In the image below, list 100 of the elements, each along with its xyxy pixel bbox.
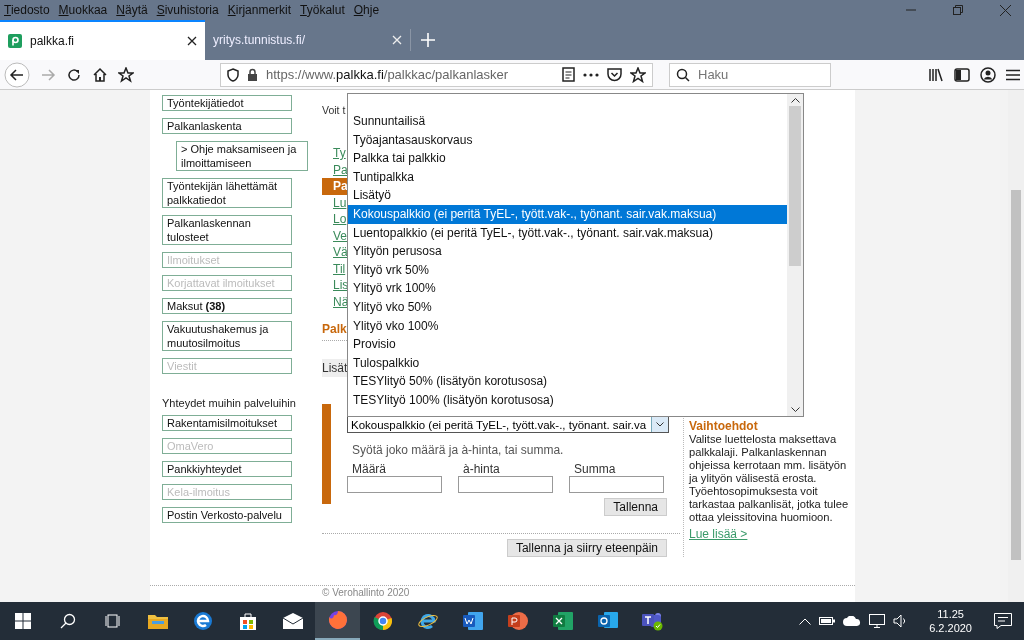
field-label: à-hinta <box>462 462 501 475</box>
sidebar-link[interactable]: Työntekijän lähettämät palkkatiedot <box>162 178 292 208</box>
step-link[interactable]: Til <box>322 260 347 277</box>
step-link[interactable]: Pa <box>322 161 347 178</box>
envelope-icon[interactable] <box>282 613 303 629</box>
back-button-icon[interactable] <box>4 61 30 88</box>
menu-icon[interactable] <box>1006 68 1020 81</box>
menu-item[interactable]: Tiedosto <box>4 3 50 17</box>
restore-icon[interactable] <box>953 5 963 15</box>
step-link[interactable]: Ty <box>322 145 347 162</box>
home-icon[interactable] <box>92 66 108 83</box>
task-view-icon[interactable] <box>104 613 121 629</box>
dropdown-scrollbar[interactable] <box>787 94 803 416</box>
dropdown-list[interactable] <box>347 93 804 417</box>
step-link[interactable]: Vä <box>322 244 347 261</box>
sidebar-link[interactable]: Postin Verkosto-palvelu <box>162 507 292 523</box>
menu-item[interactable]: Näytä <box>116 3 148 17</box>
chat-app-icon[interactable] <box>641 611 664 631</box>
dropdown-option[interactable]: Ylityö vko 100% <box>348 316 787 336</box>
menu-item[interactable]: Sivuhistoria <box>156 3 219 17</box>
sidebar-link[interactable]: > Ohje maksamiseen ja ilmoittamiseen <box>176 141 308 171</box>
sidebar-link[interactable]: Palkanlaskenta <box>162 118 292 134</box>
dropdown-option[interactable]: Luentopalkkio (ei peritä TyEL-, tyött.vak-., työnant. sair.vak.maksua) <box>348 223 787 243</box>
input-field[interactable] <box>347 476 442 493</box>
more-icon[interactable] <box>583 72 599 77</box>
notification-icon[interactable] <box>994 613 1012 629</box>
battery-icon[interactable] <box>819 616 836 626</box>
browser-tab[interactable]: yritys.tunnistus.fi/ <box>205 20 410 60</box>
dropdown-option[interactable]: TESYlityö 100% (lisätyön korotusosa) <box>348 390 787 410</box>
dropdown-option[interactable]: Kokouspalkkio (ei peritä TyEL-, tyött.vak-., työnant. sair.vak.maksua) <box>348 204 787 224</box>
pocket-icon[interactable] <box>607 67 622 82</box>
dropdown-option[interactable]: Tulospalkkio <box>348 353 787 373</box>
search-input[interactable]: Haku <box>696 66 820 83</box>
menu-item[interactable]: Muokkaa <box>58 3 108 17</box>
save-and-continue-button[interactable]: Tallenna ja siirry eteenpäin <box>506 539 667 557</box>
forward-icon <box>40 66 56 83</box>
search-bar[interactable]: Haku <box>669 62 831 87</box>
dropdown-option[interactable]: Työajantasauskorvaus <box>348 130 787 150</box>
fox-globe-icon[interactable] <box>327 610 348 630</box>
cloud-icon[interactable] <box>843 616 862 626</box>
bookmark-star-icon[interactable] <box>118 66 134 83</box>
input-field[interactable] <box>458 476 553 493</box>
dropdown-option[interactable]: TESYlityö 50% (lisätyön korotusosa) <box>348 372 787 391</box>
reload-icon[interactable] <box>66 66 82 83</box>
shopping-bag-icon[interactable] <box>238 612 257 630</box>
caret-up-icon[interactable] <box>799 617 812 625</box>
letter-e-globe-icon[interactable] <box>417 611 438 631</box>
menu-item[interactable]: Kirjanmerkit <box>227 3 292 17</box>
chevron-down-icon[interactable] <box>790 407 800 412</box>
sidebar-link[interactable]: Työntekijätiedot <box>162 95 292 111</box>
sidebar-link[interactable]: Rakentamisilmoitukset <box>162 415 292 431</box>
dropdown-option[interactable]: Ylityö vrk 100% <box>348 279 787 298</box>
windows-start-icon[interactable] <box>14 613 31 629</box>
step-link[interactable]: Lo <box>322 211 347 228</box>
chevron-up-icon[interactable] <box>790 98 800 103</box>
clock-time: 11.25 <box>937 607 964 621</box>
aside-title: Vaihtoehdot <box>689 419 759 433</box>
sidebar-icon[interactable] <box>954 67 970 82</box>
star-icon[interactable] <box>630 66 646 83</box>
dropdown-option[interactable]: Lisätyö <box>348 186 787 205</box>
dropdown-option[interactable]: Ylityö vrk 50% <box>348 260 787 280</box>
step-link[interactable]: Pa <box>322 178 347 195</box>
reader-view-icon[interactable] <box>562 67 575 82</box>
sidebar-link[interactable]: Palkanlaskennan tulosteet <box>162 215 292 245</box>
presentation-app-icon[interactable] <box>507 612 528 630</box>
letter-e-browser-icon[interactable] <box>192 611 213 631</box>
folder-icon[interactable] <box>147 613 168 629</box>
address-bar[interactable]: https://www.palkka.fi/palkkac/palkanlasker <box>220 62 653 87</box>
step-link[interactable]: Nä <box>322 293 347 310</box>
sidebar-link[interactable]: Maksut (38) <box>162 298 292 314</box>
step-link[interactable]: Ve <box>322 227 347 244</box>
browser-tab[interactable]: palkka.fi <box>0 20 205 60</box>
shield-icon <box>227 67 239 82</box>
spreadsheet-app-icon[interactable] <box>552 612 573 630</box>
read-more-link[interactable]: Lue lisää > <box>689 527 748 541</box>
new-tab-icon[interactable] <box>421 33 435 47</box>
sidebar-link: Ilmoitukset <box>162 252 292 268</box>
dropdown-option[interactable]: Palkka tai palkkio <box>348 149 787 168</box>
dropdown-option[interactable]: Provisio <box>348 335 787 354</box>
account-icon[interactable] <box>980 66 996 83</box>
search-icon[interactable] <box>59 613 76 629</box>
round-browser-icon[interactable] <box>372 611 393 631</box>
step-link[interactable]: Lu <box>322 194 347 211</box>
sidebar-link[interactable]: Pankkiyhteydet <box>162 461 292 477</box>
dropdown-option[interactable]: Ylityö vko 50% <box>348 297 787 317</box>
search-icon <box>676 67 690 82</box>
hint-text: Syötä joko määrä ja à-hinta, tai summa. <box>352 443 565 457</box>
input-field[interactable] <box>569 476 664 493</box>
document-app-icon[interactable] <box>462 612 483 630</box>
mail-app-icon[interactable] <box>597 612 618 630</box>
dropdown-option[interactable]: Tuntipalkka <box>348 167 787 187</box>
library-icon[interactable] <box>928 67 944 82</box>
dropdown-option[interactable]: Ylityön perusosa <box>348 242 787 261</box>
save-button[interactable]: Tallenna <box>604 498 667 516</box>
sidebar-link[interactable]: Vakuutushakemus ja muutosilmoitus <box>162 321 292 351</box>
menu-item[interactable]: Työkalut <box>300 3 345 17</box>
menu-item[interactable]: Ohje <box>353 3 380 17</box>
monitor-icon[interactable] <box>869 614 886 628</box>
dropdown-option[interactable]: Sunnuntailisä <box>348 112 787 131</box>
close-icon[interactable] <box>187 36 197 46</box>
